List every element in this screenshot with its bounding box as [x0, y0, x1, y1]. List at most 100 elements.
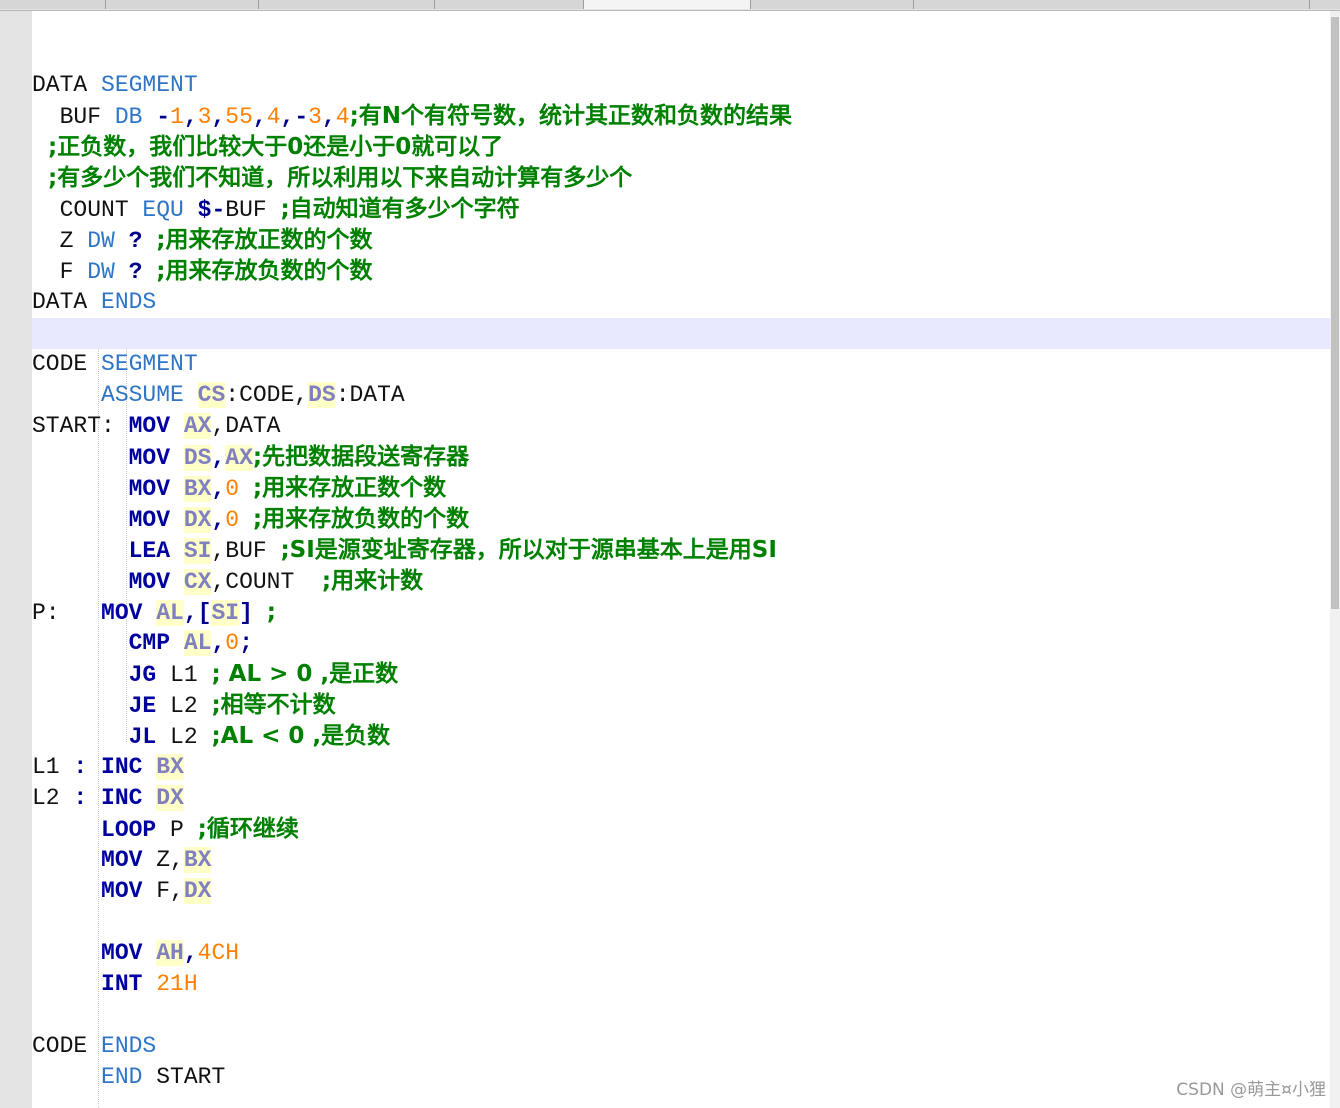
code-line[interactable]: F DW ? ;用来存放负数的个数: [32, 256, 1330, 287]
code-line[interactable]: JE L2 ;相等不计数: [32, 690, 1330, 721]
code-line[interactable]: [32, 907, 1330, 938]
code-line[interactable]: ;正负数，我们比较大于0还是小于0就可以了: [32, 132, 1330, 163]
code-line[interactable]: DATA ENDS: [32, 287, 1330, 318]
code-line[interactable]: P: MOV AL,[SI] ;: [32, 597, 1330, 628]
code-line[interactable]: JL L2 ;AL < 0 ,是负数: [32, 721, 1330, 752]
code-token: ,: [211, 507, 226, 533]
code-token: INC: [101, 785, 143, 811]
code-token: ENDS: [101, 289, 157, 315]
code-line[interactable]: Z DW ? ;用来存放正数的个数: [32, 225, 1330, 256]
code-line[interactable]: [32, 39, 1330, 70]
code-token: ; AL > 0 ,是正数: [211, 661, 399, 687]
code-line[interactable]: INT 21H: [32, 969, 1330, 1000]
code-token: ;用来存放正数个数: [252, 475, 447, 501]
tab-6[interactable]: [751, 0, 914, 9]
code-token: CMP: [128, 630, 171, 656]
code-line[interactable]: BUF DB -1,3,55,4,-3,4;有N个有符号数，统计其正数和负数的结…: [32, 101, 1330, 132]
tab-1[interactable]: [0, 0, 106, 9]
tab-3[interactable]: [259, 0, 435, 9]
code-line[interactable]: LEA SI,BUF ;SI是源变址寄存器，所以对于源串基本上是用SI: [32, 535, 1330, 566]
vertical-scrollbar[interactable]: [1330, 11, 1340, 1108]
code-line[interactable]: L1 : INC BX: [32, 752, 1330, 783]
code-line[interactable]: MOV Z,BX: [32, 845, 1330, 876]
scrollbar-thumb[interactable]: [1331, 17, 1339, 609]
code-token: L1: [32, 754, 74, 780]
code-token: ;: [239, 630, 253, 656]
code-editor[interactable]: DATA SEGMENT BUF DB -1,3,55,4,-3,4;有N个有符…: [32, 11, 1330, 1108]
code-line[interactable]: MOV DX,0 ;用来存放负数的个数: [32, 504, 1330, 535]
code-token: ]: [239, 600, 267, 626]
code-line[interactable]: MOV DS,AX;先把数据段送寄存器: [32, 442, 1330, 473]
code-token: -: [142, 104, 171, 130]
tab-active[interactable]: [584, 0, 751, 9]
code-line[interactable]: CODE ENDS: [32, 1031, 1330, 1062]
tab-bar: [0, 0, 1340, 11]
code-line[interactable]: MOV AH,4CH: [32, 938, 1330, 969]
code-line[interactable]: COUNT EQU $-BUF ;自动知道有多少个字符: [32, 194, 1330, 225]
code-token: BUF: [225, 197, 281, 223]
code-token: 55: [225, 104, 253, 130]
code-line[interactable]: JG L1 ; AL > 0 ,是正数: [32, 659, 1330, 690]
code-token: ?: [114, 228, 157, 254]
code-token: ;用来存放负数的个数: [252, 506, 470, 532]
code-token: ;有N个有符号数，统计其正数和负数的结果: [349, 103, 793, 129]
code-line[interactable]: MOV BX,0 ;用来存放正数个数: [32, 473, 1330, 504]
code-line[interactable]: L2 : INC DX: [32, 783, 1330, 814]
code-token: ;用来存放负数的个数: [156, 258, 373, 284]
code-token: 0: [225, 507, 240, 533]
code-token: 1: [170, 104, 184, 130]
code-token: DS: [183, 445, 212, 471]
code-token: MOV: [101, 878, 143, 904]
code-line[interactable]: LOOP P ;循环继续: [32, 814, 1330, 845]
code-token: 21H: [156, 971, 198, 997]
code-line[interactable]: DATA SEGMENT: [32, 70, 1330, 101]
code-line[interactable]: END START: [32, 1062, 1330, 1093]
watermark: CSDN @萌主¤小狸: [1176, 1080, 1326, 1100]
current-line[interactable]: [32, 318, 1330, 349]
code-token: MOV: [101, 600, 143, 626]
code-token: 4: [335, 104, 350, 130]
code-line[interactable]: MOV F,DX: [32, 876, 1330, 907]
code-token: L1: [156, 662, 212, 688]
code-token: :: [73, 785, 88, 811]
tab-7[interactable]: [914, 0, 1310, 9]
tab-4[interactable]: [435, 0, 584, 9]
code-token: START:: [32, 413, 129, 439]
code-line[interactable]: MOV CX,COUNT ;用来计数: [32, 566, 1330, 597]
code-token: SEGMENT: [101, 351, 198, 377]
code-token: ,: [252, 104, 267, 130]
code-line[interactable]: CMP AL,0;: [32, 628, 1330, 659]
code-token: ;相等不计数: [211, 692, 336, 718]
tab-8[interactable]: [1310, 0, 1340, 9]
tab-2[interactable]: [106, 0, 259, 9]
code-line[interactable]: ASSUME CS:CODE,DS:DATA: [32, 380, 1330, 411]
code-token: MOV: [128, 507, 171, 533]
code-token: ,: [211, 476, 226, 502]
code-token: 3: [197, 104, 212, 130]
code-token: DATA: [32, 72, 102, 98]
code-line[interactable]: [32, 1000, 1330, 1031]
code-token: 4CH: [197, 940, 240, 966]
code-token: LEA: [128, 538, 171, 564]
code-line[interactable]: ;有多少个我们不知道，所以利用以下来自动计算有多少个: [32, 163, 1330, 194]
code-token: ,: [183, 940, 198, 966]
code-token: :: [73, 754, 88, 780]
code-token: BX: [183, 847, 212, 873]
code-token: ,: [321, 104, 336, 130]
code-token: ,BUF: [211, 538, 281, 564]
code-line[interactable]: START: MOV AX,DATA: [32, 411, 1330, 442]
code-line[interactable]: CODE SEGMENT: [32, 349, 1330, 380]
